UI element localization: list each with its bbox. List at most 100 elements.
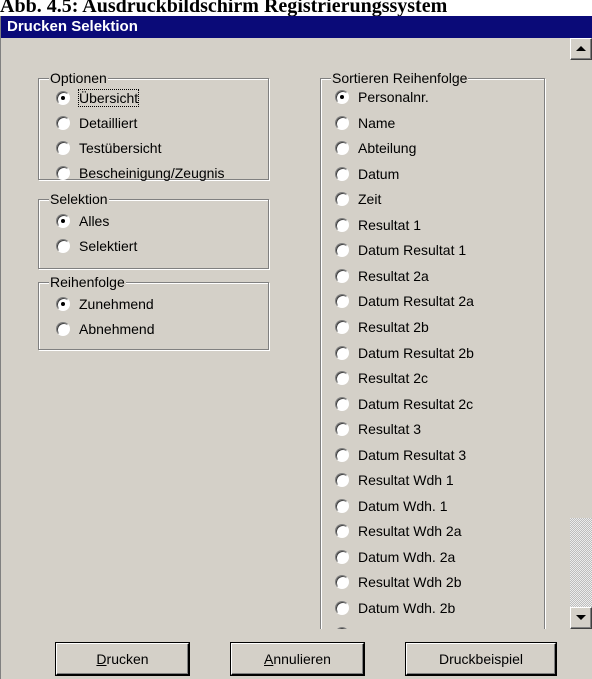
group-sortieren-legend: Sortieren Reihenfolge (331, 70, 469, 86)
radio-button-icon[interactable] (56, 322, 70, 336)
scroll-up-button[interactable] (570, 38, 592, 60)
sortieren-option-13[interactable]: Datum Resultat 2c (335, 394, 473, 414)
optionen-option-2[interactable]: Detailliert (56, 113, 137, 133)
radio-button-icon[interactable] (335, 345, 349, 360)
radio-button-icon[interactable] (56, 214, 70, 228)
sortieren-option-label: Abteilung (358, 140, 417, 157)
sortieren-option-18[interactable]: Resultat Wdh 2a (335, 521, 462, 541)
radio-button-icon[interactable] (335, 90, 349, 104)
scroll-track[interactable] (570, 60, 592, 607)
selektion-option-2[interactable]: Selektiert (56, 236, 137, 256)
radio-button-icon[interactable] (335, 396, 349, 411)
sortieren-option-14[interactable]: Resultat 3 (335, 419, 421, 439)
radio-button-icon[interactable] (335, 115, 349, 130)
radio-button-icon[interactable] (335, 371, 349, 386)
sortieren-option-label: Datum Wdh. 2a (358, 548, 456, 565)
selektion-option-1[interactable]: Alles (56, 211, 109, 231)
group-reihenfolge-legend: Reihenfolge (49, 274, 126, 290)
radio-button-icon[interactable] (335, 549, 349, 564)
sortieren-option-5[interactable]: Zeit (335, 189, 381, 209)
radio-button-icon[interactable] (56, 297, 70, 311)
sortieren-option-label: Datum Wdh. 1 (358, 497, 448, 514)
radio-button-icon[interactable] (335, 575, 349, 590)
sortieren-option-label: Datum Resultat 2a (358, 293, 474, 310)
sortieren-option-4[interactable]: Datum (335, 164, 399, 184)
reihenfolge-option-1[interactable]: Zunehmend (56, 294, 154, 314)
sortieren-option-7[interactable]: Datum Resultat 1 (335, 240, 466, 260)
radio-button-icon[interactable] (335, 447, 349, 462)
druckbeispiel-button[interactable]: Druckbeispiel (406, 643, 556, 675)
radio-button-icon[interactable] (335, 601, 349, 615)
optionen-option-3[interactable]: Testübersicht (56, 138, 161, 158)
radio-button-icon[interactable] (335, 524, 349, 539)
sortieren-option-16[interactable]: Resultat Wdh 1 (335, 470, 454, 490)
drucken-label: rucken (106, 651, 149, 667)
sortieren-option-20[interactable]: Resultat Wdh 2b (335, 572, 462, 592)
vertical-scrollbar[interactable] (570, 38, 592, 629)
sortieren-option-label: Datum Resultat 3 (358, 446, 467, 463)
sortieren-option-label: Resultat 3 (358, 421, 422, 438)
sortieren-option-label: Resultat Wdh 2a (358, 523, 462, 540)
radio-button-icon[interactable] (56, 91, 70, 105)
window-title: Drucken Selektion (1, 16, 592, 38)
annulieren-accel: A (264, 651, 274, 667)
sortieren-option-15[interactable]: Datum Resultat 3 (335, 445, 466, 465)
sortieren-option-11[interactable]: Datum Resultat 2b (335, 343, 474, 363)
sortieren-option-12[interactable]: Resultat 2c (335, 368, 428, 388)
optionen-option-label: Bescheinigung/Zeugnis (79, 165, 225, 181)
radio-button-icon[interactable] (335, 141, 349, 156)
radio-button-icon[interactable] (56, 166, 70, 180)
group-sortieren: Sortieren Reihenfolge Personalnr. Name Abt… (320, 70, 545, 629)
scroll-thumb[interactable] (570, 518, 592, 607)
sortieren-option-label: Resultat 2b (358, 318, 429, 335)
sortieren-option-label: Zeit (358, 191, 382, 208)
sortieren-option-label: Datum Resultat 2c (358, 395, 474, 412)
sortieren-option-10[interactable]: Resultat 2b (335, 317, 429, 337)
sortieren-option-1[interactable]: Personalnr. (335, 87, 429, 107)
radio-button-icon[interactable] (335, 319, 349, 334)
reihenfolge-option-label: Abnehmend (79, 321, 155, 337)
radio-button-icon[interactable] (56, 116, 70, 130)
sortieren-option-label: Resultat Wdh 1 (358, 472, 454, 489)
radio-button-icon[interactable] (335, 294, 349, 309)
drucken-button[interactable]: Drucken (56, 643, 189, 675)
sortieren-option-21[interactable]: Datum Wdh. 2b (335, 598, 455, 618)
radio-button-icon[interactable] (335, 498, 349, 513)
sortieren-option-3[interactable]: Abteilung (335, 138, 416, 158)
druckbeispiel-label: Druckbeispiel (438, 651, 524, 667)
annulieren-button[interactable]: Annulieren (231, 643, 364, 675)
sortieren-option-label: Name (358, 114, 396, 131)
optionen-option-4[interactable]: Bescheinigung/Zeugnis (56, 163, 225, 183)
arrow-up-icon (576, 46, 586, 51)
scroll-down-button[interactable] (570, 607, 592, 629)
sortieren-option-label: Datum Resultat 2b (358, 344, 474, 361)
sortieren-option-label: Datum Resultat 1 (358, 242, 467, 259)
radio-button-icon[interactable] (335, 422, 349, 437)
drucken-accel: D (96, 651, 107, 667)
sortieren-option-19[interactable]: Datum Wdh. 2a (335, 547, 455, 567)
button-bar: Drucken Annulieren Druckbeispiel (1, 629, 592, 679)
optionen-option-label: Testübersicht (79, 140, 162, 156)
radio-button-icon[interactable] (335, 243, 349, 258)
annulieren-label: nnulieren (273, 651, 331, 667)
sortieren-option-9[interactable]: Datum Resultat 2a (335, 291, 474, 311)
radio-button-icon[interactable] (335, 268, 349, 283)
print-selection-dialog: Drucken Selektion Optionen Übersicht Deta… (0, 16, 592, 679)
sortieren-option-label: Resultat 2a (358, 267, 429, 284)
sortieren-option-8[interactable]: Resultat 2a (335, 266, 429, 286)
optionen-option-1[interactable]: Übersicht (56, 88, 140, 108)
radio-button-icon[interactable] (335, 192, 349, 207)
optionen-option-label: Übersicht (77, 89, 140, 107)
radio-button-icon[interactable] (335, 473, 349, 488)
sortieren-option-label: Datum Wdh. 2b (358, 600, 456, 616)
sortieren-option-6[interactable]: Resultat 1 (335, 215, 421, 235)
radio-button-icon[interactable] (335, 166, 349, 181)
reihenfolge-option-2[interactable]: Abnehmend (56, 319, 155, 339)
radio-button-icon[interactable] (56, 239, 70, 253)
radio-button-icon[interactable] (335, 217, 349, 232)
group-reihenfolge: Reihenfolge Zunehmend Abnehmend (38, 274, 269, 350)
sortieren-option-label: Resultat Wdh 2b (358, 574, 462, 591)
radio-button-icon[interactable] (56, 141, 70, 155)
sortieren-option-2[interactable]: Name (335, 113, 395, 133)
sortieren-option-17[interactable]: Datum Wdh. 1 (335, 496, 447, 516)
